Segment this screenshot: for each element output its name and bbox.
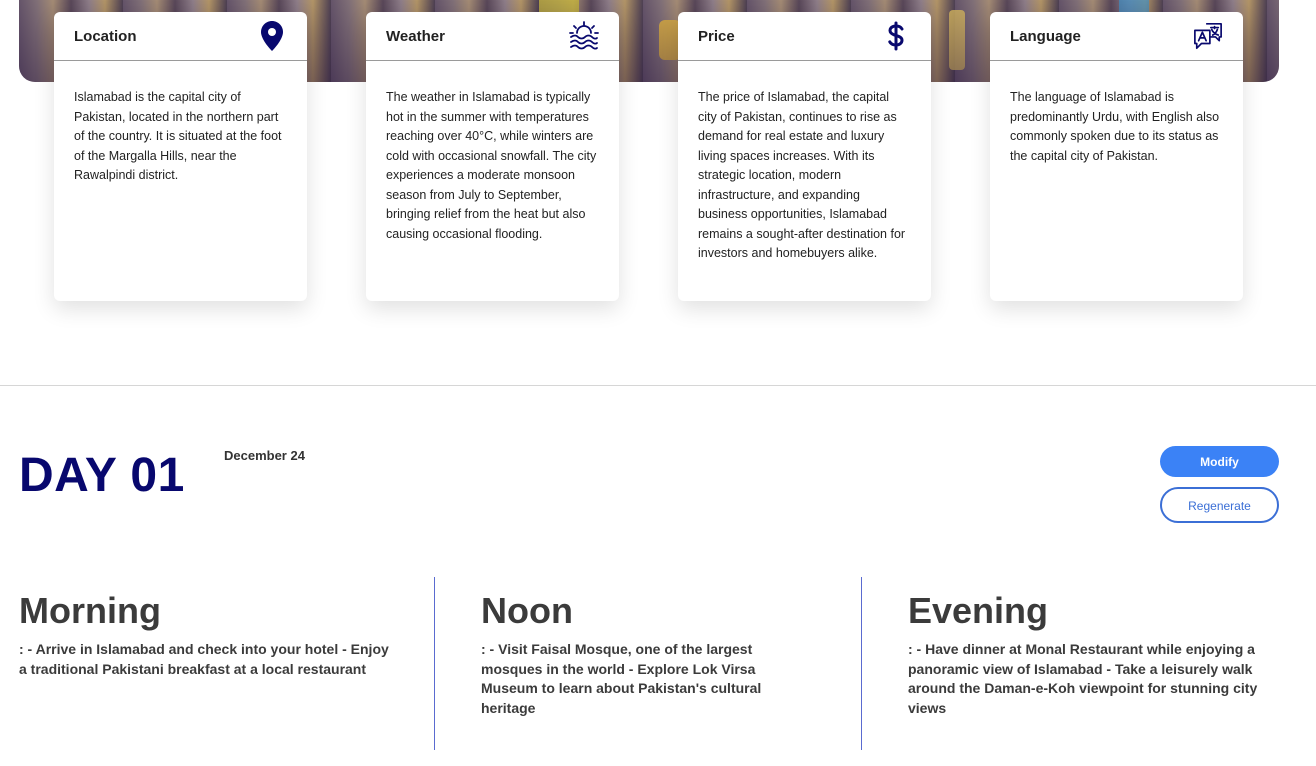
day-date: December 24: [224, 448, 305, 463]
card-text: The weather in Islamabad is typically ho…: [386, 90, 597, 241]
card-title: Language: [1010, 27, 1081, 45]
translate-icon: [1193, 21, 1223, 51]
period-title: Evening: [908, 590, 1049, 631]
card-header: Price: [678, 12, 931, 61]
language-card: Language The language of Islamabad is pr…: [990, 12, 1243, 301]
card-header: Location: [54, 12, 307, 61]
period-activities: : - Arrive in Islamabad and check into y…: [19, 641, 389, 677]
card-header: Weather: [366, 12, 619, 61]
period-activities: : - Visit Faisal Mosque, one of the larg…: [481, 641, 762, 716]
regenerate-button[interactable]: Regenerate: [1160, 487, 1279, 523]
page: Location Islamabad is the capital city o…: [0, 0, 1316, 766]
map-pin-icon: [257, 21, 287, 51]
modify-button[interactable]: Modify: [1160, 446, 1279, 477]
period-activities: : - Have dinner at Monal Restaurant whil…: [908, 641, 1258, 716]
card-text: The price of Islamabad, the capital city…: [698, 90, 906, 260]
dollar-icon: [881, 21, 911, 51]
card-title: Weather: [386, 27, 445, 45]
card-title: Location: [74, 27, 137, 45]
section-divider: [0, 385, 1316, 386]
noon-section: Noon : - Visit Faisal Mosque, one of the…: [481, 590, 771, 718]
evening-section: Evening : - Have dinner at Monal Restaur…: [908, 590, 1268, 718]
card-text: The language of Islamabad is predominant…: [1010, 90, 1220, 163]
card-text: Islamabad is the capital city of Pakista…: [74, 90, 282, 182]
day-title: DAY 01: [19, 449, 185, 502]
morning-section: Morning : - Arrive in Islamabad and chec…: [19, 590, 399, 679]
card-header: Language: [990, 12, 1243, 61]
period-title: Morning: [19, 590, 161, 631]
sunrise-waves-icon: [569, 21, 599, 51]
location-card: Location Islamabad is the capital city o…: [54, 12, 307, 301]
card-title: Price: [698, 27, 735, 45]
column-divider: [861, 577, 862, 750]
period-title: Noon: [481, 590, 573, 631]
column-divider: [434, 577, 435, 750]
price-card: Price The price of Islamabad, the capita…: [678, 12, 931, 301]
weather-card: Weather The weather in Islamabad is typi…: [366, 12, 619, 301]
